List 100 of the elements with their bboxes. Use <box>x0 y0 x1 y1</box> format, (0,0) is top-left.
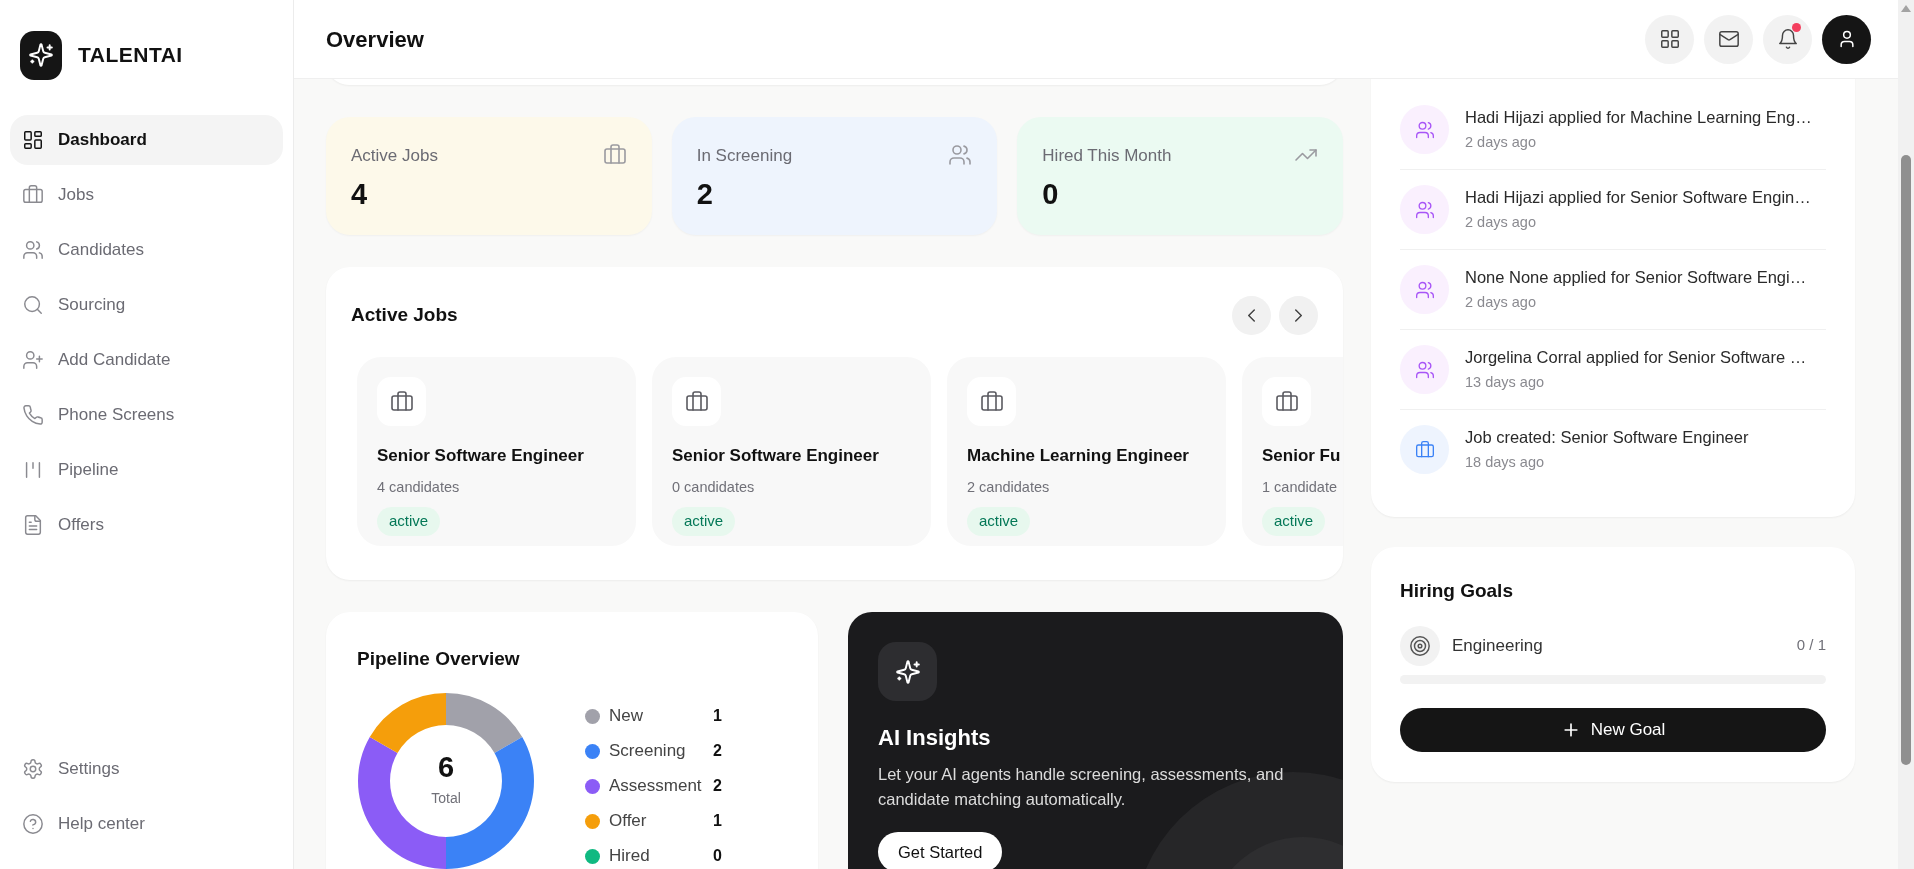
brand-name: TALENTAI <box>78 42 183 69</box>
sparkle-icon <box>28 42 54 68</box>
activity-text: Jorgelina Corral applied for Senior Software … <box>1465 347 1807 369</box>
briefcase-icon <box>1274 389 1299 414</box>
status-badge: active <box>672 507 736 536</box>
candidate-count: 1 candidate <box>1262 477 1338 497</box>
activity-text: Hadi Hijazi applied for Senior Software Engin… <box>1465 187 1811 209</box>
help-icon <box>22 813 44 835</box>
job-title: Senior Software Engineer <box>377 445 585 467</box>
briefcase-icon <box>684 389 709 414</box>
sidebar-item[interactable]: Sourcing <box>10 280 283 330</box>
candidate-count: 2 candidates <box>967 477 1051 497</box>
job-card[interactable]: Senior Software Engineer 4 candidates active <box>357 357 636 546</box>
sidebar-item[interactable]: Candidates <box>10 225 283 275</box>
legend-label: Hired <box>609 845 651 868</box>
page-title: Overview <box>326 25 424 54</box>
status-badge: active <box>1262 507 1326 536</box>
stat-label: Hired This Month <box>1042 145 1172 167</box>
get-started-button[interactable]: Get Started <box>878 832 1003 869</box>
job-title: Senior Fu <box>1262 445 1342 467</box>
sidebar-item[interactable]: Pipeline <box>10 445 283 495</box>
legend-label: New <box>609 705 644 728</box>
add-user-icon <box>22 349 44 371</box>
activity-time: 2 days ago <box>1465 133 1537 152</box>
activity-text: Hadi Hijazi applied for Machine Learning Eng… <box>1465 107 1812 129</box>
sidebar-item[interactable]: Jobs <box>10 170 283 220</box>
goal-count: 0 / 1 <box>1796 635 1826 656</box>
legend-count: 0 <box>713 846 722 866</box>
stat-value: 4 <box>351 176 369 212</box>
sparkle-icon <box>894 658 921 685</box>
previous-button[interactable] <box>1232 296 1271 335</box>
sidebar-item[interactable]: Phone Screens <box>10 390 283 440</box>
section-title: Active Jobs <box>351 303 458 328</box>
activity-time: 2 days ago <box>1465 213 1537 232</box>
document-icon <box>22 514 44 536</box>
activity-time: 18 days ago <box>1465 453 1545 472</box>
stat-label: Active Jobs <box>351 145 438 167</box>
users-icon <box>948 143 973 167</box>
briefcase-icon <box>1414 439 1435 460</box>
stat-value: 0 <box>1042 176 1060 212</box>
users-icon <box>1414 199 1435 220</box>
candidate-count: 4 candidates <box>377 477 461 497</box>
legend-label: Assessment <box>609 775 703 798</box>
job-title: Machine Learning Engineer <box>967 445 1190 467</box>
briefcase-icon <box>389 389 414 414</box>
messages-button[interactable] <box>1704 14 1753 64</box>
job-title: Senior Software Engineer <box>672 445 880 467</box>
stat-label: In Screening <box>696 145 793 167</box>
profile-button[interactable] <box>1822 14 1871 64</box>
goal-name: Engineering <box>1452 634 1544 657</box>
activity-time: 13 days ago <box>1465 373 1545 392</box>
phone-icon <box>22 404 44 426</box>
dashboard-icon <box>22 129 44 151</box>
apps-button[interactable] <box>1645 14 1694 64</box>
new-goal-button[interactable]: New Goal <box>1400 707 1826 752</box>
scroll-up-icon[interactable] <box>1901 5 1911 12</box>
legend-count: 2 <box>713 776 722 796</box>
search-icon <box>22 294 44 316</box>
sidebar-item[interactable]: Dashboard <box>10 115 283 165</box>
mail-icon <box>1717 28 1740 50</box>
users-icon <box>22 239 44 261</box>
briefcase-icon <box>979 389 1004 414</box>
total-value: 6 <box>437 752 455 782</box>
job-card[interactable]: Machine Learning Engineer 2 candidates active <box>947 357 1226 546</box>
bell-icon <box>1776 28 1799 50</box>
activity-text: None None applied for Senior Software Engi… <box>1465 267 1807 289</box>
next-button[interactable] <box>1279 296 1318 335</box>
legend-count: 1 <box>713 706 722 726</box>
users-icon <box>1414 359 1435 380</box>
notifications-button[interactable] <box>1763 14 1812 64</box>
legend-label: Screening <box>609 740 687 763</box>
sidebar-item[interactable]: Settings <box>10 744 283 794</box>
activity-time: 2 days ago <box>1465 293 1537 312</box>
briefcase-icon <box>22 184 44 206</box>
ai-title: AI Insights <box>878 724 992 752</box>
sidebar-item[interactable]: Offers <box>10 500 283 550</box>
target-icon <box>1409 634 1431 657</box>
users-icon <box>1414 279 1435 300</box>
chevron-right-icon <box>1295 309 1302 322</box>
legend-count: 2 <box>713 741 722 761</box>
legend-label: Offer <box>609 810 648 833</box>
scrollbar[interactable] <box>1898 0 1914 869</box>
settings-icon <box>22 758 44 780</box>
job-card[interactable]: Senior Software Engineer 0 candidates active <box>652 357 931 546</box>
status-badge: active <box>377 507 441 536</box>
job-card[interactable]: Senior Fu 1 candidate active <box>1242 357 1343 546</box>
scroll-thumb[interactable] <box>1901 155 1911 765</box>
stat-value: 2 <box>696 176 714 212</box>
sidebar-item[interactable]: Add Candidate <box>10 335 283 385</box>
section-title: Pipeline Overview <box>357 647 521 671</box>
sidebar-item[interactable]: Help center <box>10 799 283 849</box>
candidate-count: 0 candidates <box>672 477 756 497</box>
total-label: Total <box>431 788 461 808</box>
ai-description: Let your AI agents handle screening, assessments, and candidate matching automatically. <box>878 764 1285 810</box>
activity-text: Job created: Senior Software Engineer <box>1465 427 1749 449</box>
status-badge: active <box>967 507 1031 536</box>
users-icon <box>1414 119 1435 140</box>
chevron-left-icon <box>1248 309 1255 322</box>
legend-count: 1 <box>713 811 722 831</box>
grid-icon <box>1658 28 1681 50</box>
